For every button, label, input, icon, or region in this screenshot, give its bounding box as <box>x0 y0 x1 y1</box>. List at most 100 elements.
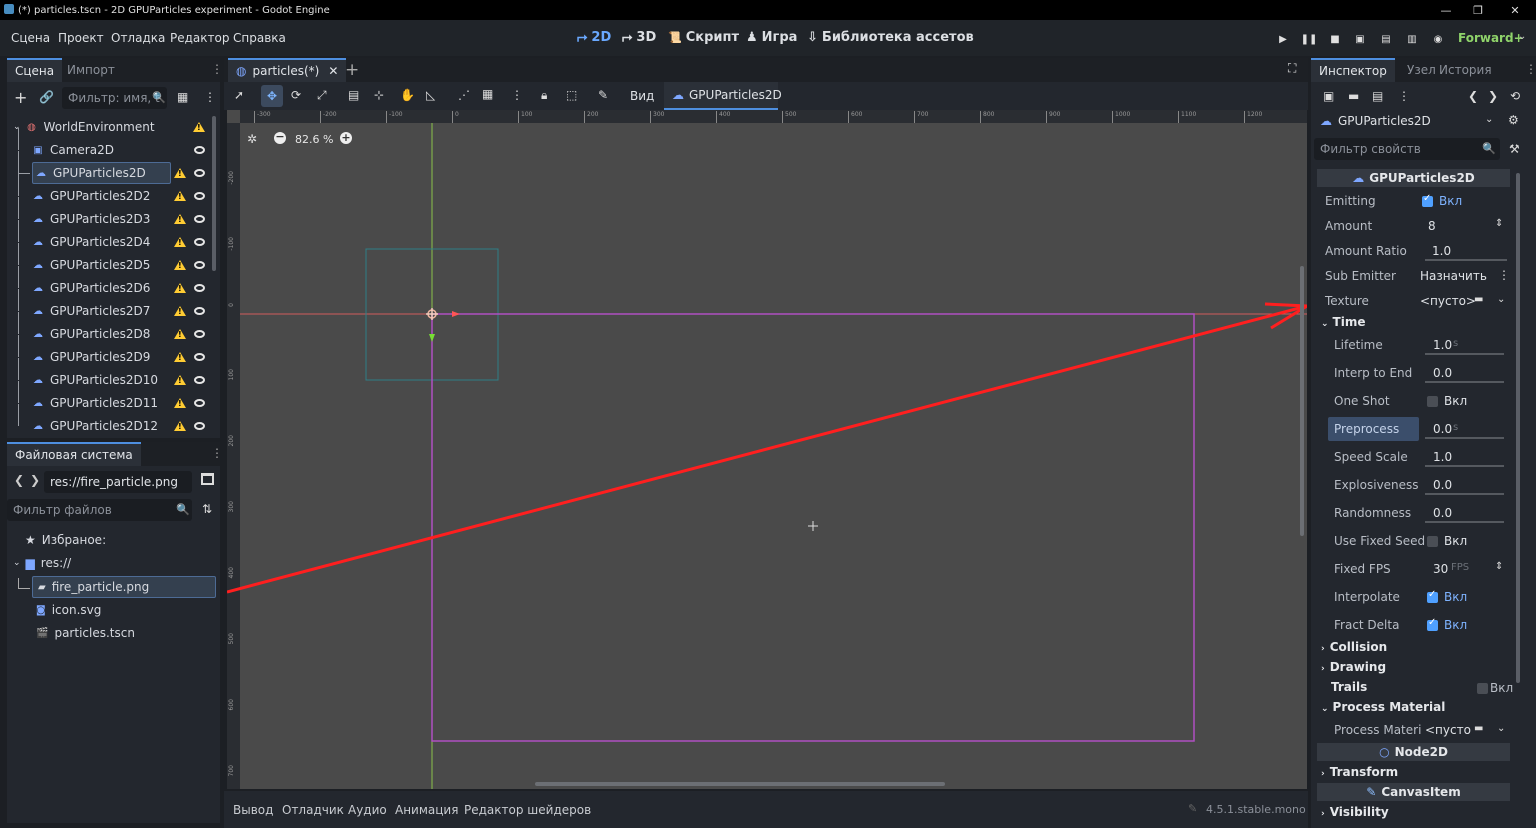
path-input[interactable]: res://fire_particle.png <box>44 471 192 493</box>
scene-node-item[interactable]: ☁ GPUParticles2D10 <box>32 369 158 391</box>
tab-shader-editor[interactable]: Редактор шейдеров <box>464 803 591 817</box>
ruler-tool-icon[interactable]: ◺ <box>426 88 435 102</box>
node-config-icon[interactable]: ⚙ <box>1508 113 1519 127</box>
visibility-eye-icon[interactable] <box>194 307 205 315</box>
checkbox[interactable] <box>1427 396 1438 407</box>
checkbox[interactable] <box>1422 193 1433 207</box>
checkbox[interactable] <box>1427 536 1438 547</box>
scene-node-item[interactable]: ☁ GPUParticles2D3 <box>32 208 150 230</box>
lock-icon[interactable]: 🔒︎ <box>541 88 547 103</box>
stop-icon[interactable]: ■ <box>1327 31 1343 47</box>
2d-viewport[interactable]: -300 -200 -100 0 100 200 300 400 500 600 700 800 900… <box>227 110 1307 789</box>
add-node-icon[interactable]: + <box>14 88 27 107</box>
viewport-vscrollbar[interactable] <box>1300 266 1304 536</box>
visibility-eye-icon[interactable] <box>194 376 205 384</box>
rotate-tool-icon[interactable]: ⟳ <box>291 88 301 102</box>
scene-node-item[interactable]: ▣ Camera2D <box>32 139 114 161</box>
menu-scene[interactable]: Сцена <box>11 31 50 45</box>
prop-fract-delta[interactable]: Fract Delta Вкл <box>1311 613 1511 637</box>
section-transform[interactable]: › Transform <box>1321 765 1398 779</box>
tab-output[interactable]: Вывод <box>233 803 273 817</box>
chevron-down-icon[interactable]: ⌄ <box>1497 294 1505 305</box>
visibility-eye-icon[interactable] <box>194 330 205 338</box>
tab-particles[interactable]: ◍ particles(*) ✕ <box>228 58 347 82</box>
prop-emitting[interactable]: Emitting Вкл <box>1311 189 1511 213</box>
load-icon[interactable]: ▬ <box>1474 294 1483 305</box>
prop-amount[interactable]: Amount 8 ⇕ <box>1311 214 1511 238</box>
section-drawing[interactable]: › Drawing <box>1321 660 1386 674</box>
save-icon[interactable]: ▤ <box>1372 89 1383 103</box>
close-icon[interactable]: ✕ <box>328 64 338 78</box>
open-folder-icon[interactable]: ▬ <box>1348 89 1359 103</box>
prop-process-material[interactable]: Process Materi <пусто ▬ ⌄ <box>1311 718 1511 742</box>
tab-inspector[interactable]: Инспектор <box>1311 58 1395 82</box>
visibility-eye-icon[interactable] <box>194 284 205 292</box>
scene-node-item[interactable]: ☁ GPUParticles2D5 <box>32 254 150 276</box>
play-scene-icon[interactable]: ▤ <box>1378 31 1394 47</box>
viewport-hscrollbar[interactable] <box>535 782 945 786</box>
scene-tree-scrollbar[interactable] <box>212 116 216 271</box>
tab-history[interactable]: История <box>1431 58 1500 82</box>
workspace-game[interactable]: ♟ Игра <box>746 30 797 45</box>
file-item[interactable]: ◙ icon.svg <box>36 599 101 621</box>
scene-menu-icon[interactable]: ⋮ <box>204 90 216 104</box>
dock-menu-icon[interactable]: ⋮ <box>211 62 223 76</box>
workspace-2d[interactable]: ⮣ 2D <box>577 30 611 45</box>
visibility-eye-icon[interactable] <box>194 215 205 223</box>
select-tool-icon[interactable]: ➚ <box>234 88 244 102</box>
scene-node-item[interactable]: ⌄ ◍ WorldEnvironment <box>13 116 155 138</box>
bone-icon[interactable]: ✎ <box>598 88 608 102</box>
dock-menu-icon[interactable]: ⋮ <box>211 446 223 460</box>
prop-fixed-fps[interactable]: Fixed FPS 30 FPS ⇕ <box>1311 557 1511 581</box>
sort-icon[interactable]: ⇅ <box>202 502 212 516</box>
pivot-icon[interactable]: ⊹ <box>374 88 384 102</box>
section-visibility[interactable]: › Visibility <box>1321 805 1389 819</box>
scene-node-item[interactable]: ☁ GPUParticles2D12 <box>32 415 158 437</box>
scene-node-item[interactable]: ☁ GPUParticles2D2 <box>32 185 150 207</box>
visibility-eye-icon[interactable] <box>194 146 205 154</box>
tab-animation[interactable]: Анимация <box>395 803 458 817</box>
more-icon[interactable]: ⋮ <box>1398 89 1410 103</box>
workspace-script[interactable]: 📜 Скрипт <box>668 30 739 45</box>
script-attach-icon[interactable]: ▦ <box>177 90 188 104</box>
scene-node-item[interactable]: ☁ GPUParticles2D11 <box>32 392 158 414</box>
add-tab-icon[interactable]: + <box>345 60 359 80</box>
warning-icon[interactable] <box>174 260 186 270</box>
prop-amount-ratio[interactable]: Amount Ratio 1.0 <box>1311 239 1511 263</box>
prop-interp-to-end[interactable]: Interp to End 0.0 <box>1311 361 1511 385</box>
node-select[interactable]: ☁ GPUParticles2D <box>1314 110 1500 132</box>
load-icon[interactable]: ▬ <box>1474 723 1483 734</box>
renderer-select[interactable]: Forward+ <box>1458 31 1524 45</box>
scene-node-item[interactable]: ☁ GPUParticles2D8 <box>32 323 150 345</box>
property-tools-icon[interactable]: ⚒ <box>1509 142 1520 156</box>
view-menu[interactable]: Вид <box>630 89 654 103</box>
warning-icon[interactable] <box>174 168 186 178</box>
tab-import[interactable]: Импорт <box>59 58 123 82</box>
menu-project[interactable]: Проект <box>58 31 104 45</box>
chevron-down-icon[interactable]: ⌄ <box>1518 31 1526 42</box>
prop-speed-scale[interactable]: Speed Scale 1.0 <box>1311 445 1511 469</box>
tab-audio[interactable]: Аудио <box>348 803 387 817</box>
visibility-eye-icon[interactable] <box>194 192 205 200</box>
chevron-down-icon[interactable]: ⌄ <box>1485 114 1493 125</box>
prop-texture[interactable]: Texture <пусто> ▬ ⌄ <box>1311 289 1511 313</box>
visibility-eye-icon[interactable] <box>194 238 205 246</box>
warning-icon[interactable] <box>174 237 186 247</box>
tab-scene[interactable]: Сцена <box>7 58 63 82</box>
file-filter-input[interactable]: Фильтр файлов <box>7 499 192 521</box>
dock-menu-icon[interactable]: ⋮ <box>1525 62 1536 76</box>
scene-node-item[interactable]: ☁ GPUParticles2D4 <box>32 231 150 253</box>
visibility-eye-icon[interactable] <box>194 422 205 430</box>
chevron-down-icon[interactable]: ⌄ <box>1497 723 1505 734</box>
warning-icon[interactable] <box>174 191 186 201</box>
checkbox[interactable] <box>1477 683 1488 694</box>
spinner-icon[interactable]: ⇕ <box>1495 218 1503 229</box>
minimize-button[interactable]: — <box>1431 0 1461 20</box>
more-icon[interactable]: ⋮ <box>1498 268 1510 282</box>
remote-debug-icon[interactable]: ▣ <box>1352 31 1368 47</box>
play-icon[interactable]: ▶ <box>1275 31 1291 47</box>
section-trails[interactable]: Trails <box>1331 680 1367 694</box>
inspector-scrollbar[interactable] <box>1516 173 1520 683</box>
group-icon[interactable]: ⬚ <box>566 88 577 102</box>
link-icon[interactable]: 🔗 <box>39 90 54 104</box>
